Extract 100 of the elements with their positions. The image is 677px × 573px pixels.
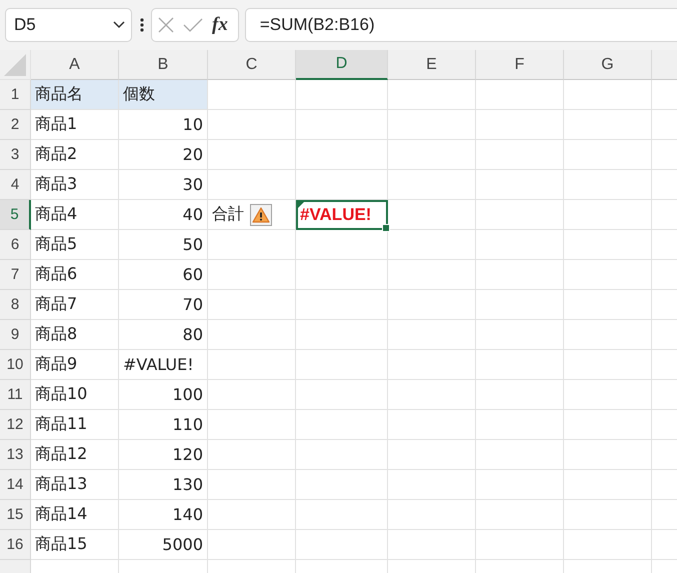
empty-cell[interactable] — [296, 410, 388, 440]
column-header[interactable]: B — [119, 50, 208, 80]
empty-cell[interactable] — [296, 290, 388, 320]
column-header[interactable]: C — [208, 50, 296, 80]
row-header[interactable]: 8 — [0, 290, 31, 320]
empty-cell[interactable] — [564, 530, 652, 560]
empty-cell[interactable] — [388, 260, 476, 290]
fill-handle[interactable] — [382, 224, 390, 232]
empty-cell[interactable] — [564, 140, 652, 170]
empty-cell[interactable] — [208, 350, 296, 380]
row-header[interactable]: 4 — [0, 170, 31, 200]
row-header[interactable]: 12 — [0, 410, 31, 440]
empty-cell[interactable] — [564, 470, 652, 500]
empty-cell[interactable] — [564, 440, 652, 470]
empty-cell[interactable] — [296, 110, 388, 140]
empty-cell[interactable] — [476, 320, 564, 350]
empty-cell[interactable] — [564, 380, 652, 410]
empty-cell[interactable] — [388, 350, 476, 380]
empty-cell[interactable] — [208, 440, 296, 470]
empty-cell[interactable] — [476, 470, 564, 500]
row-header[interactable]: 3 — [0, 140, 31, 170]
empty-cell[interactable] — [208, 290, 296, 320]
column-header[interactable]: D — [296, 50, 388, 80]
empty-cell[interactable] — [296, 230, 388, 260]
empty-cell[interactable] — [388, 500, 476, 530]
empty-cell[interactable] — [208, 500, 296, 530]
row-header[interactable]: 14 — [0, 470, 31, 500]
row-header[interactable]: 7 — [0, 260, 31, 290]
checkmark-icon[interactable] — [183, 18, 203, 32]
row-header[interactable]: 13 — [0, 440, 31, 470]
empty-cell[interactable] — [564, 80, 652, 110]
row-header[interactable]: 9 — [0, 320, 31, 350]
cancel-icon[interactable] — [158, 17, 174, 33]
empty-cell[interactable] — [476, 170, 564, 200]
empty-cell[interactable] — [476, 230, 564, 260]
empty-cell[interactable] — [564, 290, 652, 320]
empty-cell[interactable] — [208, 260, 296, 290]
row-header[interactable]: 10 — [0, 350, 31, 380]
empty-cell[interactable] — [388, 110, 476, 140]
empty-cell[interactable] — [564, 230, 652, 260]
empty-cell[interactable] — [476, 350, 564, 380]
empty-cell[interactable] — [208, 230, 296, 260]
empty-cell[interactable] — [476, 260, 564, 290]
empty-cell[interactable] — [564, 260, 652, 290]
empty-cell[interactable] — [296, 530, 388, 560]
empty-cell[interactable] — [208, 530, 296, 560]
empty-cell[interactable] — [564, 110, 652, 140]
empty-cell[interactable] — [296, 320, 388, 350]
row-header[interactable]: 1 — [0, 80, 31, 110]
empty-cell[interactable] — [476, 200, 564, 230]
empty-cell[interactable] — [476, 140, 564, 170]
empty-cell[interactable] — [296, 260, 388, 290]
empty-cell[interactable] — [476, 500, 564, 530]
empty-cell[interactable] — [476, 530, 564, 560]
empty-cell[interactable] — [564, 410, 652, 440]
empty-cell[interactable] — [208, 110, 296, 140]
formula-field[interactable]: =SUM(B2:B16) — [244, 8, 677, 42]
empty-cell[interactable] — [388, 530, 476, 560]
empty-cell[interactable] — [476, 110, 564, 140]
empty-cell[interactable] — [388, 80, 476, 110]
select-all-icon[interactable] — [4, 54, 26, 76]
chevron-down-icon[interactable] — [113, 21, 125, 29]
row-header[interactable]: 16 — [0, 530, 31, 560]
empty-cell[interactable] — [208, 380, 296, 410]
empty-cell[interactable] — [296, 440, 388, 470]
empty-cell[interactable] — [208, 170, 296, 200]
empty-cell[interactable] — [388, 200, 476, 230]
row-header[interactable]: 15 — [0, 500, 31, 530]
empty-cell[interactable] — [388, 290, 476, 320]
column-header[interactable]: F — [476, 50, 564, 80]
empty-cell[interactable] — [476, 410, 564, 440]
empty-cell[interactable] — [388, 320, 476, 350]
empty-cell[interactable] — [208, 470, 296, 500]
column-header[interactable]: G — [564, 50, 652, 80]
error-warning-button[interactable] — [250, 204, 272, 226]
empty-cell[interactable] — [564, 200, 652, 230]
name-box[interactable]: D5 — [5, 8, 132, 42]
insert-function-button[interactable]: fx — [212, 14, 228, 36]
empty-cell[interactable] — [208, 320, 296, 350]
empty-cell[interactable] — [476, 290, 564, 320]
row-header[interactable]: 2 — [0, 110, 31, 140]
empty-cell[interactable] — [296, 140, 388, 170]
empty-cell[interactable] — [388, 470, 476, 500]
row-header[interactable]: 6 — [0, 230, 31, 260]
empty-cell[interactable] — [476, 80, 564, 110]
empty-cell[interactable] — [208, 410, 296, 440]
row-header[interactable]: 5 — [0, 200, 31, 230]
empty-cell[interactable] — [476, 440, 564, 470]
empty-cell[interactable] — [296, 470, 388, 500]
column-header[interactable]: E — [388, 50, 476, 80]
empty-cell[interactable] — [564, 350, 652, 380]
empty-cell[interactable] — [388, 230, 476, 260]
empty-cell[interactable] — [564, 500, 652, 530]
active-cell[interactable]: #VALUE! — [296, 200, 388, 230]
empty-cell[interactable] — [208, 140, 296, 170]
row-header[interactable]: 11 — [0, 380, 31, 410]
empty-cell[interactable] — [564, 170, 652, 200]
empty-cell[interactable] — [296, 80, 388, 110]
column-header[interactable]: A — [31, 50, 119, 80]
empty-cell[interactable] — [388, 170, 476, 200]
